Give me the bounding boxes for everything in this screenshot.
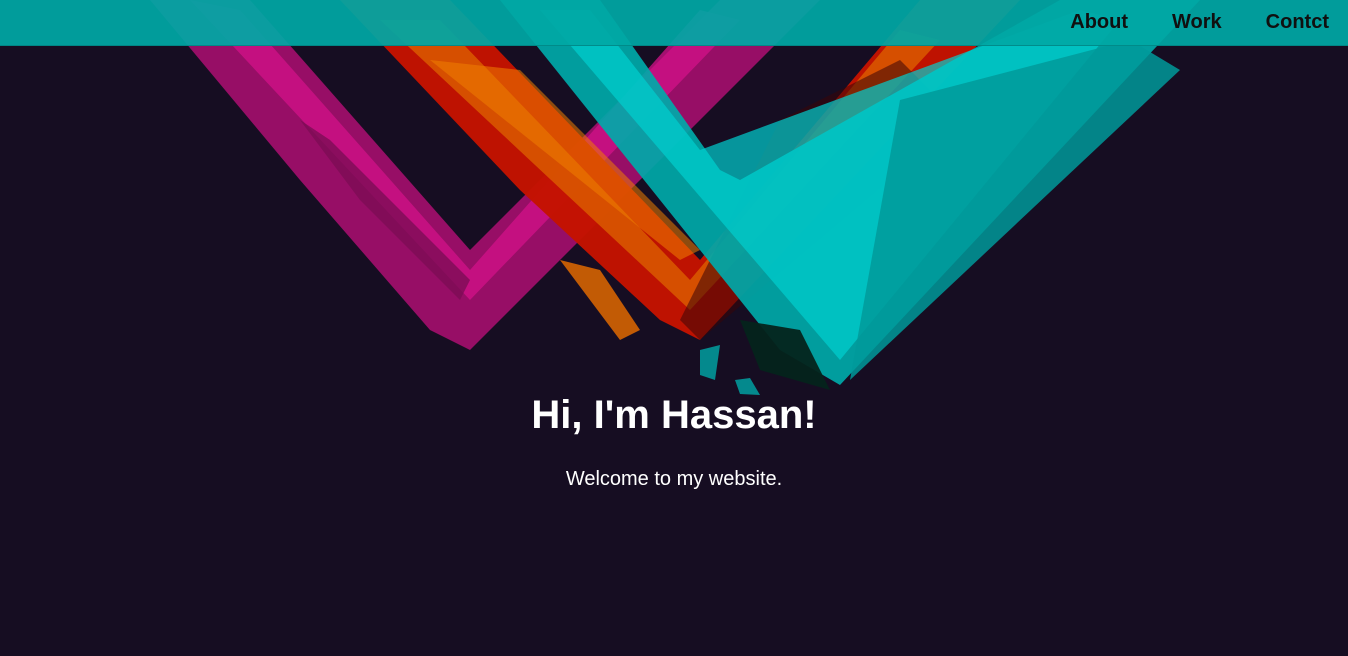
nav-link-contact[interactable]: Contct — [1266, 11, 1329, 34]
nav-link-work[interactable]: Work — [1172, 11, 1222, 34]
nav-links: About Work Contct — [1026, 0, 1329, 45]
hero-title: Hi, I'm Hassan! — [531, 393, 817, 437]
hero-paint-stroke-artwork — [150, 0, 1200, 395]
hero-section: Hi, I'm Hassan! Welcome to my website. — [0, 390, 1348, 491]
navbar: About Work Contct — [0, 0, 1348, 46]
page: About Work Contct Hi, I'm Hassan! Welcom… — [0, 0, 1348, 656]
nav-link-about[interactable]: About — [1070, 11, 1128, 34]
hero-subtitle: Welcome to my website. — [565, 468, 783, 490]
